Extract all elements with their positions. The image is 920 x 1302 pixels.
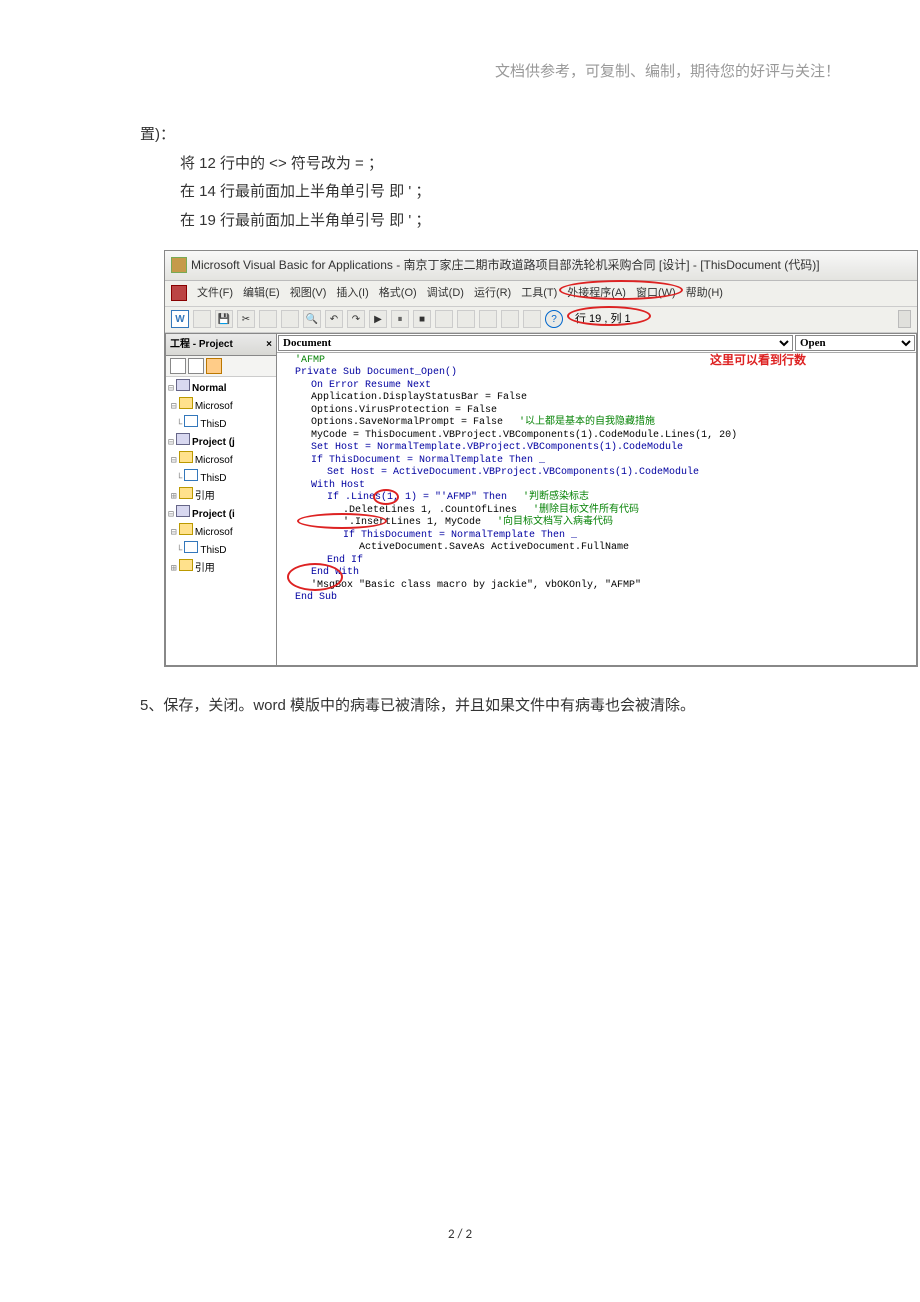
step-3: 在 19 行最前面加上半角单引号 即 ' ； xyxy=(180,207,860,236)
menu-help[interactable]: 帮助(H) xyxy=(686,283,723,304)
toolbox-icon[interactable] xyxy=(523,310,541,328)
step-5: 5、保存，关闭。word 模版中的病毒已被清除，并且如果文件中有病毒也会被清除。 xyxy=(140,692,860,721)
paste-icon[interactable] xyxy=(281,310,299,328)
annotation-ellipse-1 xyxy=(373,489,399,505)
window-title: Microsoft Visual Basic for Applications … xyxy=(191,254,820,277)
step-2: 在 14 行最前面加上半角单引号 即 ' ； xyxy=(180,178,860,207)
toolbar-btn[interactable] xyxy=(193,310,211,328)
menu-addins-annot: 外接程序(A) xyxy=(567,283,626,304)
annotation-ellipse-menu xyxy=(559,280,683,300)
annotation-ellipse-2 xyxy=(297,513,387,529)
close-icon[interactable]: × xyxy=(266,335,272,354)
body-line-1: 置)： xyxy=(140,121,860,150)
annotation-ellipse-position xyxy=(567,306,651,326)
cursor-position: 行 19 , 列 1 xyxy=(575,309,631,330)
annotation-rowcount: 这里可以看到行数 xyxy=(710,353,806,368)
step-1: 将 12 行中的 <> 符号改为 = ； xyxy=(180,150,860,179)
toolbar-grip xyxy=(898,310,911,328)
word-switch-icon[interactable]: W xyxy=(171,310,189,328)
run-icon[interactable]: ▶ xyxy=(369,310,387,328)
undo-icon[interactable]: ↶ xyxy=(325,310,343,328)
menu-run[interactable]: 运行(R) xyxy=(474,283,511,304)
save-icon[interactable]: 💾 xyxy=(215,310,233,328)
annotation-ellipse-3 xyxy=(287,563,343,591)
stop-icon[interactable]: ■ xyxy=(413,310,431,328)
code-editor[interactable]: 这里可以看到行数 'AFMPPrivate Sub Document_Open(… xyxy=(277,353,916,665)
help-icon[interactable]: ? xyxy=(545,310,563,328)
vba-window: Microsoft Visual Basic for Applications … xyxy=(164,250,918,667)
copy-icon[interactable] xyxy=(259,310,277,328)
menu-format[interactable]: 格式(O) xyxy=(379,283,417,304)
pause-icon[interactable]: ⏸ xyxy=(391,310,409,328)
vba-app-icon xyxy=(171,257,187,273)
menu-edit[interactable]: 编辑(E) xyxy=(243,283,280,304)
page-footer: 2 / 2 xyxy=(0,1227,920,1242)
menu-file[interactable]: 文件(F) xyxy=(197,283,233,304)
toolbar: W 💾 ✂ 🔍 ↶ ↷ ▶ ⏸ ■ ? 行 19 , 列 1 xyxy=(165,307,917,333)
find-icon[interactable]: 🔍 xyxy=(303,310,321,328)
titlebar: Microsoft Visual Basic for Applications … xyxy=(165,251,917,281)
design-icon[interactable] xyxy=(435,310,453,328)
project-explorer-header: 工程 - Project × xyxy=(166,334,276,356)
project-tree[interactable]: ⊟Normal ⊟Microsof └ThisD ⊟Project (j ⊟Mi… xyxy=(166,377,276,581)
word-icon xyxy=(171,285,187,301)
properties-icon[interactable] xyxy=(479,310,497,328)
redo-icon[interactable]: ↷ xyxy=(347,310,365,328)
menu-tools[interactable]: 工具(T) xyxy=(521,283,557,304)
menu-debug[interactable]: 调试(D) xyxy=(427,283,464,304)
view-object-icon[interactable] xyxy=(188,358,204,374)
object-browser-icon[interactable] xyxy=(501,310,519,328)
view-code-icon[interactable] xyxy=(170,358,186,374)
page-header-note: 文档供参考，可复制、编制，期待您的好评与关注！ xyxy=(0,0,920,81)
menu-view[interactable]: 视图(V) xyxy=(290,283,327,304)
toggle-folders-icon[interactable] xyxy=(206,358,222,374)
menu-insert[interactable]: 插入(I) xyxy=(336,283,368,304)
procedure-select[interactable]: Open xyxy=(795,335,915,351)
menubar: 文件(F) 编辑(E) 视图(V) 插入(I) 格式(O) 调试(D) 运行(R… xyxy=(165,281,917,307)
cut-icon[interactable]: ✂ xyxy=(237,310,255,328)
project-explorer-icon[interactable] xyxy=(457,310,475,328)
project-explorer: 工程 - Project × ⊟Normal ⊟Microsof └ThisD … xyxy=(165,333,277,666)
code-pane: Document Open 这里可以看到行数 'AFMPPrivate Sub … xyxy=(277,333,917,666)
object-select[interactable]: Document xyxy=(278,335,793,351)
